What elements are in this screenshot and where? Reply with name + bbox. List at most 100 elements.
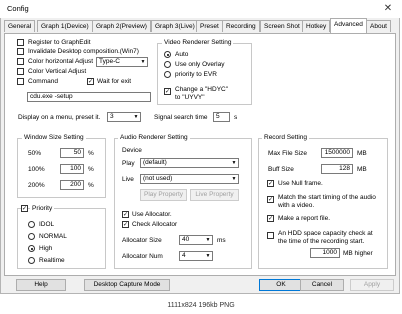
hdd-check-label-line2: the time of the recording start. [278,238,365,245]
buff-size-unit: MB [357,166,367,173]
play-device-value: (default) [143,159,167,166]
size-200-unit: % [88,182,94,189]
max-file-size-input[interactable]: 1500000 [321,148,353,158]
video-overlay-label: Use only Overlay [175,61,225,68]
priority-checkbox[interactable]: ✓ [21,205,28,212]
buff-size-input[interactable]: 128 [321,164,353,174]
chevron-down-icon: ▼ [205,237,211,243]
priority-realtime-label: Realtime [39,257,65,264]
live-label: Live [122,176,134,183]
play-device-select[interactable]: (default) ▼ [140,158,239,168]
play-label: Play [122,160,135,167]
signal-search-input[interactable]: 5 [213,112,230,122]
use-null-frame-label: Use Null frame. [278,180,323,187]
priority-realtime-radio[interactable] [28,257,35,264]
display-preset-label: Display on a menu, preset it. [18,114,101,121]
use-allocator-label: Use Allocator. [132,211,172,218]
chevron-down-icon: ▼ [231,176,237,182]
close-icon[interactable]: ✕ [381,2,395,16]
chevron-down-icon: ▼ [140,59,146,65]
priority-title: Priority [30,205,55,213]
priority-normal-radio[interactable] [28,233,35,240]
priority-high-radio[interactable] [28,245,35,252]
use-allocator-checkbox[interactable]: ✓ [122,211,129,218]
desktop-capture-mode-button[interactable]: Desktop Capture Mode [84,279,170,291]
size-200-input[interactable]: 200 [60,180,84,190]
video-evr-radio[interactable] [164,71,171,78]
check-allocator-label: Check Allocator [132,221,178,228]
live-device-select[interactable]: (not used) ▼ [140,174,239,184]
video-auto-radio[interactable] [164,51,171,58]
allocator-num-select[interactable]: 4 ▼ [179,251,213,261]
use-null-frame-checkbox[interactable]: ✓ [267,180,274,187]
command-input[interactable]: cdu.exe -setup [27,92,151,102]
command-label: Command [28,78,58,85]
size-50-unit: % [88,150,94,157]
change-hdyc-checkbox[interactable]: ✓ [164,88,171,95]
color-type-value: Type-C [99,58,120,65]
video-renderer-title: Video Renderer Setting [162,39,234,47]
color-type-select[interactable]: Type-C ▼ [96,57,148,67]
priority-idol-label: IDOL [39,221,55,228]
tab-about[interactable]: About [366,20,391,32]
image-size-caption: 1111x824 196kb PNG [167,302,235,309]
hdd-capacity-input[interactable]: 1000 [310,248,340,258]
record-setting-title: Record Setting [262,134,309,142]
priority-normal-label: NORMAL [39,233,67,240]
allocator-num-label: Allocator Num [122,253,163,260]
tab-screen-shot[interactable]: Screen Shot [260,20,304,32]
tab-preset[interactable]: Preset [196,20,223,32]
allocator-size-select[interactable]: 40 ▼ [179,235,213,245]
max-file-size-unit: MB [357,150,367,157]
color-vertical-checkbox[interactable] [17,68,24,75]
size-100-label: 100% [28,166,45,173]
invalidate-composition-checkbox[interactable] [17,48,24,55]
match-timing-checkbox[interactable]: ✓ [267,196,274,203]
hdd-check-checkbox[interactable] [267,232,274,239]
wait-for-exit-checkbox[interactable]: ✓ [87,78,94,85]
color-vertical-label: Color Vertical Adjust [28,68,87,75]
tab-graph3-live[interactable]: Graph 3(Live) [151,20,199,32]
tab-general[interactable]: General [4,20,36,32]
video-overlay-radio[interactable] [164,61,171,68]
color-horizontal-label: Color horizontal Adjust [28,58,94,65]
change-hdyc-label-line2: to "UYVY" [175,94,205,101]
size-100-input[interactable]: 100 [60,164,84,174]
tab-graph2-preview[interactable]: Graph 2(Preview) [92,20,151,32]
chevron-down-icon: ▼ [133,114,139,120]
make-report-checkbox[interactable]: ✓ [267,215,274,222]
chevron-down-icon: ▼ [205,253,211,259]
register-graphedit-checkbox[interactable] [17,39,24,46]
size-50-label: 50% [28,150,42,157]
command-checkbox[interactable] [17,78,24,85]
title-bar: Config ✕ [0,0,400,18]
match-timing-label-line2: with a video. [278,202,315,209]
cancel-button[interactable]: Cancel [300,279,344,291]
apply-button[interactable]: Apply [350,279,394,291]
size-50-input[interactable]: 50 [60,148,84,158]
display-preset-select[interactable]: 3 ▼ [107,112,141,122]
help-button[interactable]: Help [16,279,66,291]
ok-button[interactable]: OK [259,279,303,291]
video-evr-label: priority to EVR [175,71,217,78]
hdd-check-label-line1: An HDD space capacity check at [278,230,373,237]
play-property-button[interactable]: Play Property [140,189,187,201]
check-allocator-checkbox[interactable]: ✓ [122,221,129,228]
signal-search-unit: s [234,114,238,121]
tab-advanced[interactable]: Advanced [330,18,367,33]
hdd-capacity-unit: MB higher [343,250,373,257]
device-label: Device [122,147,142,154]
tab-recording[interactable]: Recording [222,20,260,32]
color-horizontal-checkbox[interactable] [17,58,24,65]
live-property-button[interactable]: Live Property [190,189,239,201]
display-preset-value: 3 [110,113,114,120]
allocator-size-unit: ms [217,237,226,244]
wait-for-exit-label: Wait for exit [97,78,132,85]
buff-size-label: Buff Size [268,166,294,173]
size-200-label: 200% [28,182,45,189]
change-hdyc-label-line1: Change a "HDYC" [175,86,229,93]
allocator-size-value: 40 [182,236,190,243]
tab-graph1-device[interactable]: Graph 1(Device) [37,20,93,32]
priority-idol-radio[interactable] [28,221,35,228]
tab-hotkey[interactable]: Hotkey [302,20,331,32]
